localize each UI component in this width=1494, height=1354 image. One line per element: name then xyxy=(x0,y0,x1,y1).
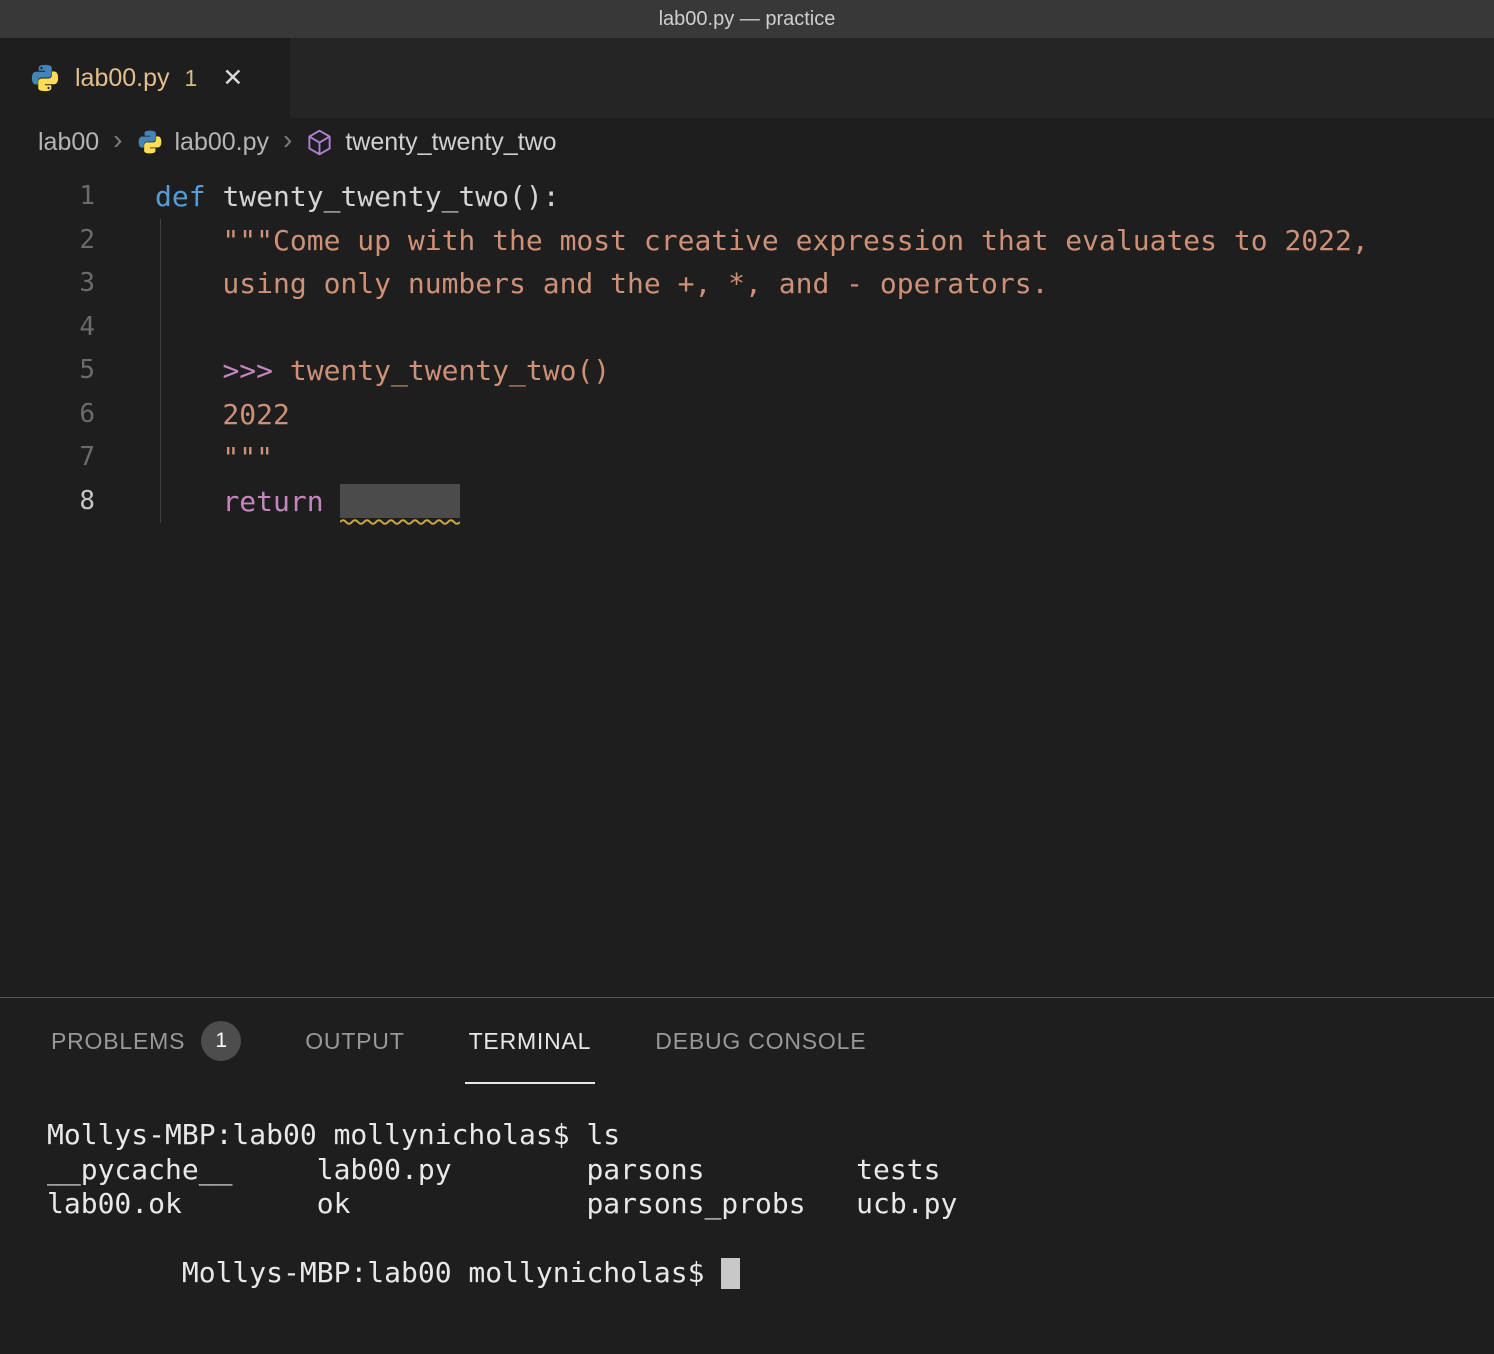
selected-text-with-warning-squiggle[interactable] xyxy=(340,484,460,518)
code-line[interactable]: 6 2022 xyxy=(0,393,1494,437)
python-icon xyxy=(137,129,163,155)
python-icon xyxy=(30,63,60,93)
line-number: 4 xyxy=(0,306,95,350)
terminal-line: Mollys-MBP:lab00 mollynicholas$ ls xyxy=(47,1118,1494,1153)
code-text: >>> twenty_twenty_two() xyxy=(155,349,610,393)
terminal-cursor[interactable] xyxy=(721,1258,740,1289)
panel-tab-bar: PROBLEMS 1 OUTPUT TERMINAL DEBUG CONSOLE xyxy=(0,998,1494,1084)
terminal-prompt-line: Mollys-MBP:lab00 mollynicholas$ xyxy=(47,1222,1494,1326)
chevron-right-icon: › xyxy=(281,126,294,158)
breadcrumb-symbol[interactable]: twenty_twenty_two xyxy=(345,128,556,157)
titlebar: lab00.py — practice xyxy=(0,0,1494,38)
terminal-prompt: Mollys-MBP:lab00 mollynicholas$ xyxy=(182,1256,721,1289)
chevron-right-icon: › xyxy=(111,126,124,158)
tab-terminal-label: TERMINAL xyxy=(469,1028,592,1055)
terminal-line: lab00.ok ok parsons_probs ucb.py xyxy=(47,1187,1494,1222)
code-text: using only numbers and the +, *, and - o… xyxy=(155,262,1048,306)
close-icon[interactable]: ✕ xyxy=(222,63,243,93)
line-number: 1 xyxy=(0,175,95,219)
code-text: """ xyxy=(155,436,273,480)
tab-problems[interactable]: PROBLEMS 1 xyxy=(47,998,245,1084)
tab-terminal[interactable]: TERMINAL xyxy=(465,998,596,1084)
breadcrumb-file[interactable]: lab00.py xyxy=(175,128,270,157)
tab-bar: lab00.py 1 ✕ xyxy=(0,38,1494,118)
line-number: 5 xyxy=(0,349,95,393)
line-number: 6 xyxy=(0,393,95,437)
line-number: 2 xyxy=(0,219,95,263)
tab-debug-console-label: DEBUG CONSOLE xyxy=(655,1028,866,1055)
code-line[interactable]: 7 """ xyxy=(0,436,1494,480)
problems-count-badge: 1 xyxy=(201,1021,241,1061)
breadcrumb: lab00 › lab00.py › twenty_twenty_two xyxy=(0,118,1494,166)
code-line[interactable]: 4 xyxy=(0,306,1494,350)
tab-problem-count: 1 xyxy=(185,65,198,92)
bottom-panel: PROBLEMS 1 OUTPUT TERMINAL DEBUG CONSOLE… xyxy=(0,997,1494,1354)
code-text: """Come up with the most creative expres… xyxy=(155,219,1369,263)
terminal-output[interactable]: Mollys-MBP:lab00 mollynicholas$ ls __pyc… xyxy=(0,1084,1494,1326)
line-number: 3 xyxy=(0,262,95,306)
code-line[interactable]: 2 """Come up with the most creative expr… xyxy=(0,219,1494,263)
tab-debug-console[interactable]: DEBUG CONSOLE xyxy=(651,998,870,1084)
editor[interactable]: 1def twenty_twenty_two():2 """Come up wi… xyxy=(0,166,1494,997)
line-number: 7 xyxy=(0,436,95,480)
tab-output-label: OUTPUT xyxy=(305,1028,404,1055)
breadcrumb-folder[interactable]: lab00 xyxy=(38,128,99,157)
code-text: 2022 xyxy=(155,393,290,437)
tab-problems-label: PROBLEMS xyxy=(51,1028,185,1055)
window-title: lab00.py — practice xyxy=(659,8,836,31)
line-number: 8 xyxy=(0,480,95,524)
terminal-line: __pycache__ lab00.py parsons tests xyxy=(47,1153,1494,1188)
code-text: def twenty_twenty_two(): xyxy=(155,175,560,219)
code-line[interactable]: 8 return xyxy=(0,480,1494,524)
tab-filename: lab00.py xyxy=(75,64,170,93)
editor-tab-lab00[interactable]: lab00.py 1 ✕ xyxy=(0,38,290,118)
tab-output[interactable]: OUTPUT xyxy=(301,998,408,1084)
code-line[interactable]: 5 >>> twenty_twenty_two() xyxy=(0,349,1494,393)
code-text: return xyxy=(155,480,460,524)
symbol-cube-icon xyxy=(306,129,333,156)
code-line[interactable]: 3 using only numbers and the +, *, and -… xyxy=(0,262,1494,306)
vscode-window: lab00.py — practice lab00.py 1 ✕ lab00 ›… xyxy=(0,0,1494,1354)
code-line[interactable]: 1 def twenty_twenty_two(): xyxy=(0,175,1494,219)
